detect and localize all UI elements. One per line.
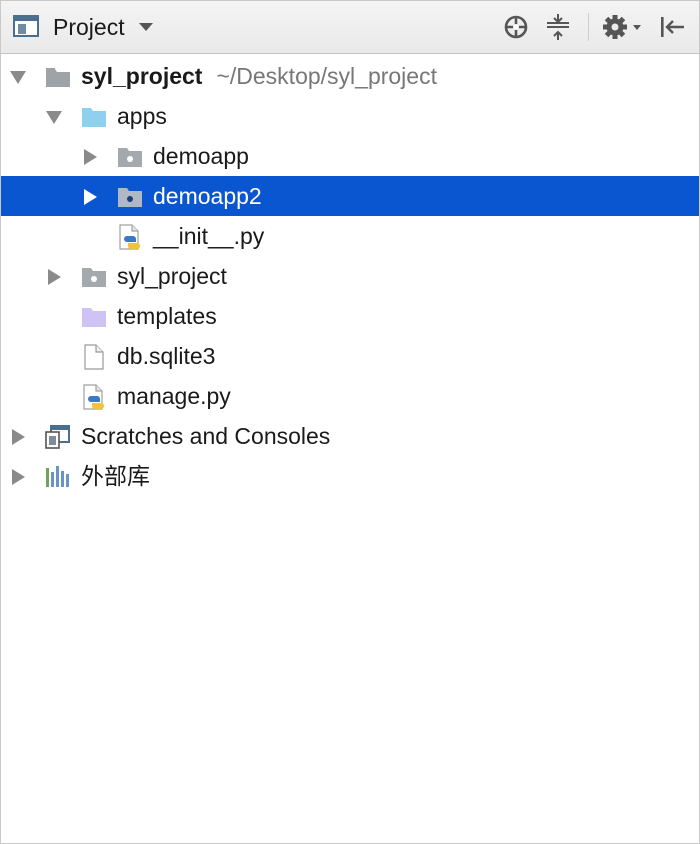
expand-arrow-right-icon[interactable] — [81, 188, 99, 206]
tree-node-templates[interactable]: templates — [1, 296, 699, 336]
module-folder-icon — [46, 68, 70, 87]
tree-node-label: Scratches and Consoles — [81, 423, 331, 449]
tree-node-label: syl_project — [117, 263, 227, 289]
templates-folder-icon — [82, 308, 106, 327]
folder-icon — [82, 108, 106, 127]
view-title: Project — [53, 13, 125, 40]
tree-node-label: syl_project ~/Desktop/syl_project — [81, 62, 437, 90]
tree-node-label: manage.py — [117, 383, 231, 409]
tree-node-label: 外部库 — [81, 463, 150, 489]
package-folder-icon — [82, 268, 106, 287]
toolbar-separator — [588, 13, 589, 41]
view-selector[interactable]: Project — [13, 9, 153, 45]
tree-node-demoapp[interactable]: demoapp — [1, 136, 699, 176]
dropdown-caret-icon — [138, 23, 153, 31]
python-file-icon — [83, 384, 104, 410]
tree-node-manage-py[interactable]: manage.py — [1, 376, 699, 416]
expand-arrow-right-icon[interactable] — [45, 268, 63, 286]
expand-arrow-down-icon[interactable] — [45, 108, 63, 126]
expand-arrow-right-icon[interactable] — [81, 148, 99, 166]
project-tree: syl_project ~/Desktop/syl_project apps de… — [1, 56, 699, 496]
tree-node-root[interactable]: syl_project ~/Desktop/syl_project — [1, 56, 699, 96]
collapse-all-button[interactable] — [542, 11, 574, 43]
locate-button[interactable] — [500, 11, 532, 43]
tree-node-external-libraries[interactable]: 外部库 — [1, 456, 699, 496]
tree-node-scratches[interactable]: Scratches and Consoles — [1, 416, 699, 456]
scratches-icon — [45, 425, 70, 449]
expand-arrow-right-icon[interactable] — [9, 428, 27, 446]
python-file-icon — [119, 224, 140, 250]
settings-button[interactable] — [602, 11, 646, 43]
tree-node-demoapp2[interactable]: demoapp2 — [1, 176, 699, 216]
tree-node-apps[interactable]: apps — [1, 96, 699, 136]
collapse-all-icon — [547, 14, 569, 40]
package-folder-icon — [118, 188, 142, 207]
tree-node-init-py[interactable]: __init__.py — [1, 216, 699, 256]
tree-node-label: demoapp2 — [153, 183, 262, 209]
locate-icon — [504, 15, 528, 39]
gear-icon — [603, 15, 641, 39]
project-tool-window: Project syl_project ~/Desktop/syl_projec… — [0, 0, 700, 844]
package-folder-icon — [118, 148, 142, 167]
file-icon — [84, 344, 104, 370]
project-view-icon — [13, 15, 41, 39]
tree-node-label: __init__.py — [153, 223, 265, 249]
project-path: ~/Desktop/syl_project — [216, 63, 437, 89]
project-name: syl_project — [81, 63, 203, 89]
tree-node-label: apps — [117, 103, 167, 129]
tree-node-label: templates — [117, 303, 217, 329]
hide-panel-button[interactable] — [656, 11, 688, 43]
tree-node-label: demoapp — [153, 143, 249, 169]
expand-arrow-right-icon[interactable] — [9, 468, 27, 486]
expand-arrow-down-icon[interactable] — [9, 68, 27, 86]
tree-node-label: db.sqlite3 — [117, 343, 216, 369]
library-icon — [46, 466, 69, 487]
tree-node-syl-project-package[interactable]: syl_project — [1, 256, 699, 296]
hide-panel-icon — [661, 17, 684, 37]
tree-node-db-sqlite3[interactable]: db.sqlite3 — [1, 336, 699, 376]
project-toolbar: Project — [1, 1, 699, 54]
